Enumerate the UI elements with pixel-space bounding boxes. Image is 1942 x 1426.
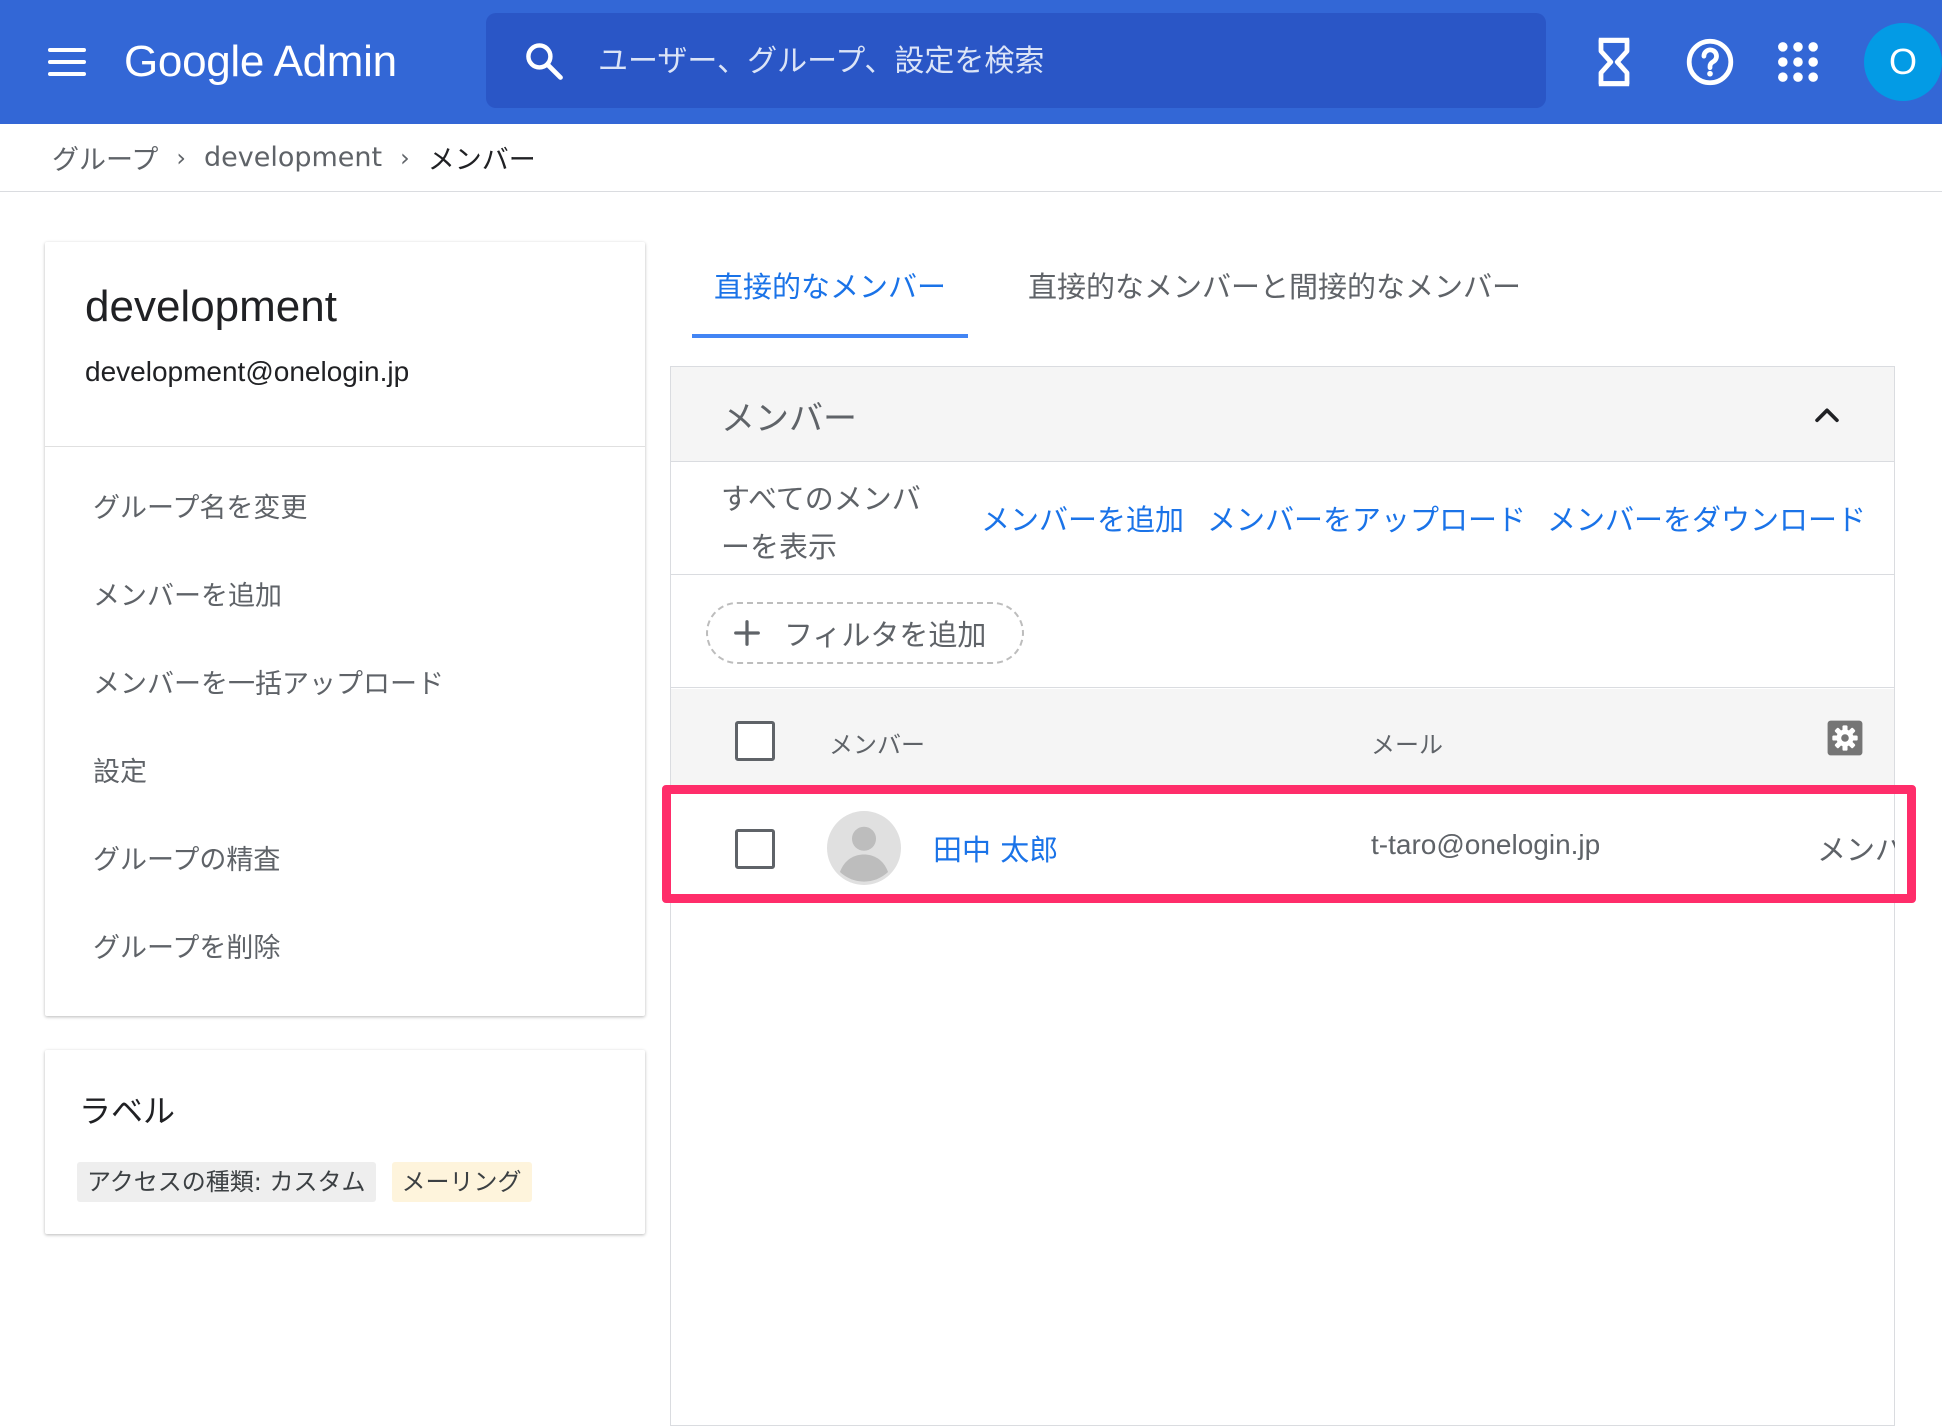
members-panel-header[interactable]: メンバー: [671, 367, 1894, 462]
breadcrumb-current: メンバー: [427, 145, 536, 176]
review-group-action[interactable]: グループの精査: [45, 817, 645, 905]
upload-members-link[interactable]: メンバーをアップロード: [1207, 497, 1526, 539]
member-name-link[interactable]: 田中 太郎: [933, 827, 1058, 869]
search-icon[interactable]: [522, 39, 566, 83]
breadcrumb-development[interactable]: development: [204, 142, 382, 173]
gear-icon[interactable]: [1826, 719, 1864, 757]
account-avatar[interactable]: O: [1864, 23, 1942, 101]
member-tabs: 直接的なメンバー 直接的なメンバーと間接的なメンバー: [692, 242, 1543, 338]
delete-group-action[interactable]: グループを削除: [45, 905, 645, 993]
default-avatar-icon: [827, 811, 901, 885]
chevron-up-icon[interactable]: [1810, 399, 1844, 433]
chevron-right-icon: ›: [176, 143, 186, 172]
table-row[interactable]: 田中 太郎 t-taro@onelogin.jp メンバー: [671, 793, 1895, 903]
add-member-link[interactable]: メンバーを追加: [981, 497, 1184, 539]
group-info-card: development development@onelogin.jp グループ…: [45, 242, 645, 1016]
apps-grid-icon[interactable]: [1772, 36, 1824, 88]
column-header-member[interactable]: メンバー: [829, 725, 925, 760]
group-name: development: [85, 282, 337, 331]
table-header: メンバー メール: [671, 689, 1894, 793]
add-filter-button[interactable]: フィルタを追加: [706, 602, 1024, 664]
member-role: メンバー: [1817, 833, 1895, 867]
add-member-action[interactable]: メンバーを追加: [45, 553, 645, 641]
download-members-link[interactable]: メンバーをダウンロード: [1547, 497, 1866, 539]
hourglass-icon[interactable]: [1588, 36, 1640, 88]
column-header-email[interactable]: メール: [1371, 725, 1443, 760]
tab-direct-members[interactable]: 直接的なメンバー: [692, 242, 969, 338]
plus-icon: [734, 620, 760, 646]
select-all-checkbox[interactable]: [735, 721, 775, 761]
google-admin-logo[interactable]: Google Admin: [124, 30, 397, 94]
top-app-bar: Google Admin O: [0, 0, 1942, 124]
members-panel: メンバー すべてのメンバーを表示 メンバーを追加 メンバーをアップロード メンバ…: [670, 366, 1895, 1426]
add-filter-label: フィルタを追加: [784, 618, 987, 652]
member-email: t-taro@onelogin.jp: [1371, 829, 1601, 860]
tab-all-members[interactable]: 直接的なメンバーと間接的なメンバー: [1006, 242, 1543, 338]
label-chips: アクセスの種類: カスタム メーリング: [77, 1162, 532, 1202]
hamburger-menu-icon[interactable]: [40, 38, 96, 86]
label-chip-mailing: メーリング: [391, 1162, 532, 1202]
group-email: development@onelogin.jp: [85, 356, 410, 387]
breadcrumb-groups[interactable]: グループ: [52, 138, 158, 177]
show-all-members-label: すべてのメンバーを表示: [721, 482, 921, 564]
rename-group-action[interactable]: グループ名を変更: [45, 465, 645, 553]
search-input[interactable]: [598, 33, 1518, 89]
help-circle-icon[interactable]: [1684, 36, 1736, 88]
member-actions-row: すべてのメンバーを表示 メンバーを追加 メンバーをアップロード メンバーをダウン…: [671, 463, 1894, 575]
search-bar[interactable]: [486, 13, 1546, 108]
labels-card: ラベル アクセスの種類: カスタム メーリング: [45, 1050, 645, 1234]
row-checkbox[interactable]: [735, 829, 775, 869]
filter-row: フィルタを追加: [671, 576, 1894, 688]
chevron-right-icon: ›: [400, 143, 410, 172]
settings-action[interactable]: 設定: [45, 729, 645, 817]
members-panel-title: メンバー: [721, 399, 857, 439]
breadcrumb: グループ › development › メンバー: [0, 124, 1942, 192]
group-actions: グループ名を変更 メンバーを追加 メンバーを一括アップロード 設定 グループの精…: [45, 447, 645, 993]
label-chip-access-type: アクセスの種類: カスタム: [77, 1162, 376, 1202]
bulk-upload-action[interactable]: メンバーを一括アップロード: [45, 641, 645, 729]
labels-title: ラベル: [79, 1092, 176, 1130]
